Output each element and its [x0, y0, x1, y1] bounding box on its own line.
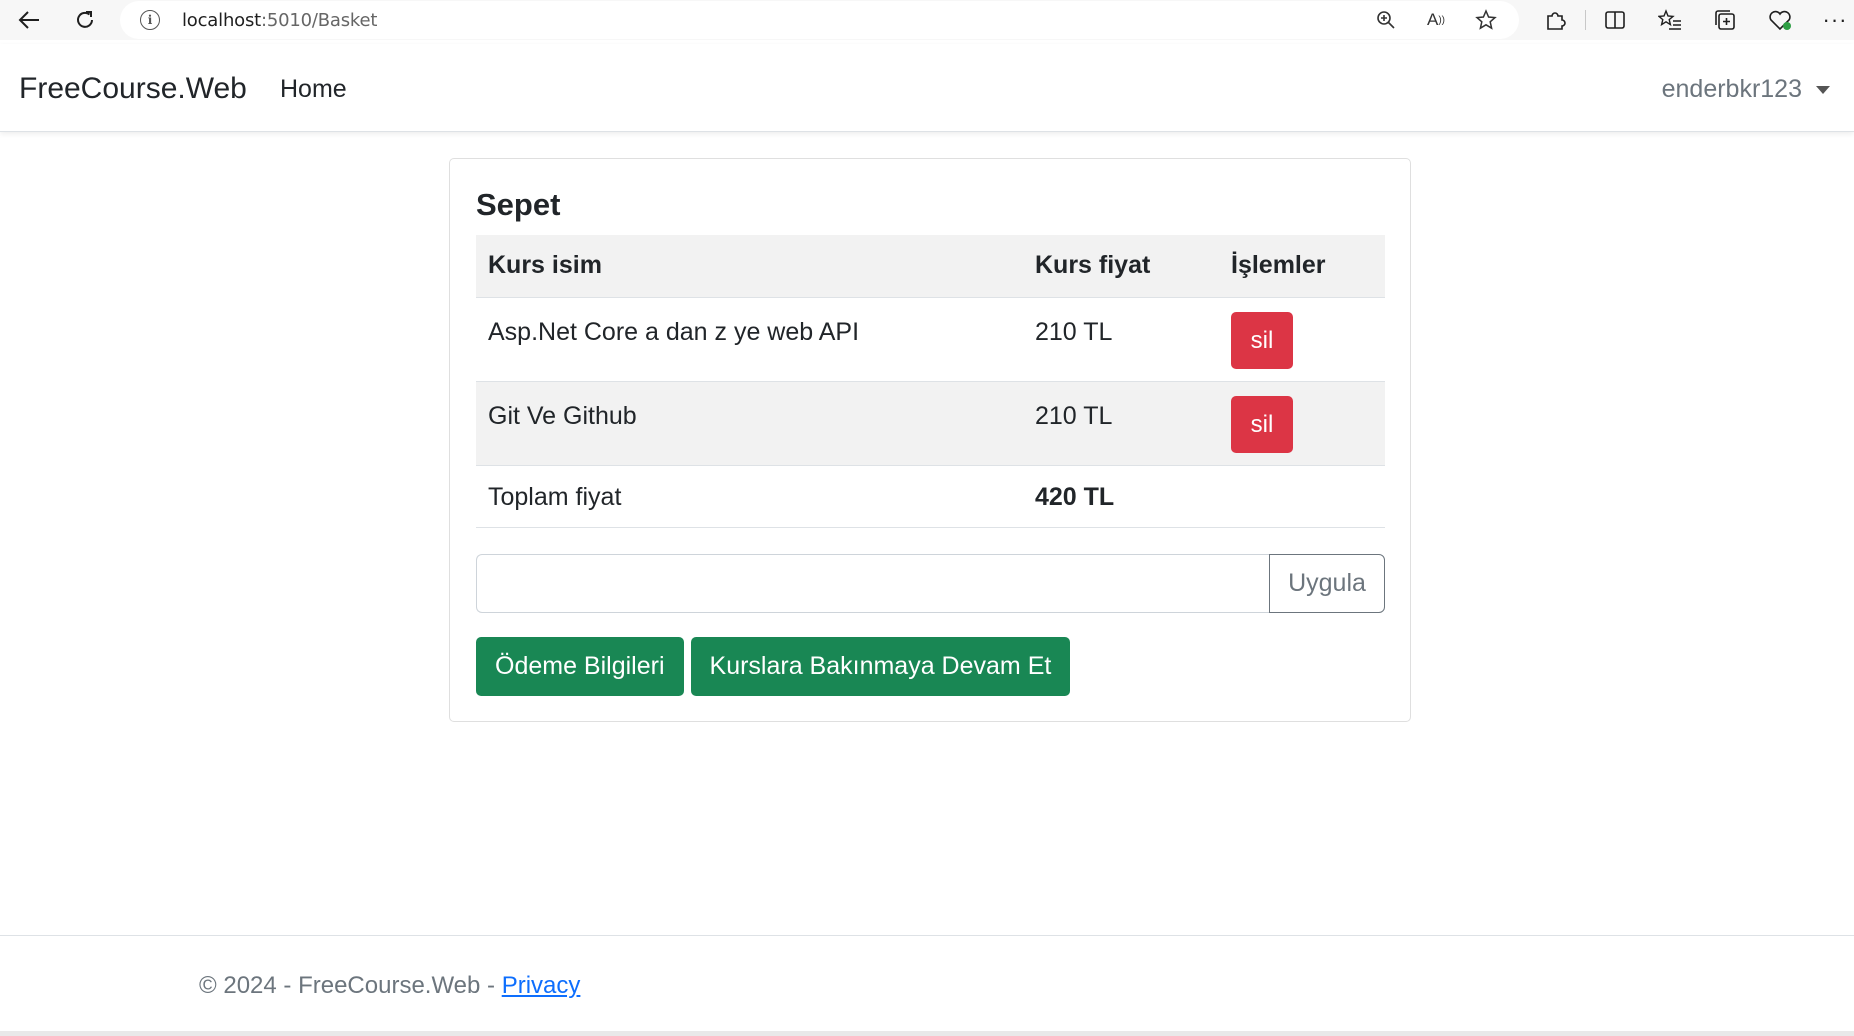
- copyright-text: © 2024 - FreeCourse.Web -: [199, 972, 502, 999]
- total-label: Toplam fiyat: [476, 465, 1023, 528]
- window-bottom-edge: [0, 1031, 1854, 1036]
- favorite-star-icon[interactable]: [1472, 7, 1500, 33]
- table-row: Asp.Net Core a dan z ye web API 210 TL s…: [476, 297, 1385, 382]
- actions-cell: sil: [1219, 381, 1385, 466]
- discount-code-group: Uygula: [476, 554, 1385, 613]
- privacy-link[interactable]: Privacy: [502, 972, 581, 999]
- footer-text: © 2024 - FreeCourse.Web - Privacy: [199, 972, 580, 1000]
- refresh-icon[interactable]: [70, 6, 100, 34]
- site-info-icon[interactable]: i: [140, 10, 160, 30]
- apply-discount-button[interactable]: Uygula: [1269, 554, 1385, 613]
- remove-item-button[interactable]: sil: [1231, 311, 1293, 369]
- header-actions: İşlemler: [1219, 235, 1385, 298]
- total-value: 420 TL: [1023, 465, 1219, 528]
- basket-title: Sepet: [476, 187, 561, 222]
- brand-link[interactable]: FreeCourse.Web: [19, 72, 247, 106]
- browser-essentials-icon[interactable]: [1765, 6, 1795, 34]
- read-aloud-icon[interactable]: A)): [1422, 7, 1450, 33]
- course-name: Asp.Net Core a dan z ye web API: [476, 297, 1023, 382]
- user-dropdown[interactable]: enderbkr123: [1662, 75, 1830, 104]
- url-path: :5010/Basket: [261, 10, 378, 31]
- basket-card: Sepet Kurs isim Kurs fiyat İşlemler Asp.…: [449, 158, 1411, 722]
- header-course-price: Kurs fiyat: [1023, 235, 1219, 298]
- continue-shopping-button[interactable]: Kurslara Bakınmaya Devam Et: [690, 637, 1071, 696]
- basket-table: Kurs isim Kurs fiyat İşlemler Asp.Net Co…: [476, 235, 1385, 528]
- site-navbar: FreeCourse.Web Home enderbkr123: [0, 44, 1854, 132]
- user-name: enderbkr123: [1661, 75, 1802, 103]
- browser-toolbar: i localhost:5010/Basket A)) ···: [0, 0, 1854, 40]
- total-row: Toplam fiyat 420 TL: [476, 465, 1385, 528]
- zoom-icon[interactable]: [1372, 7, 1400, 33]
- basket-actions: Ödeme Bilgileri Kurslara Bakınmaya Devam…: [476, 637, 1071, 696]
- header-course-name: Kurs isim: [476, 235, 1023, 298]
- total-empty-cell: [1219, 465, 1385, 528]
- address-bar[interactable]: i localhost:5010/Basket A)): [120, 1, 1519, 39]
- payment-info-button[interactable]: Ödeme Bilgileri: [476, 637, 684, 696]
- split-screen-icon[interactable]: [1600, 6, 1630, 34]
- course-price: 210 TL: [1023, 297, 1219, 382]
- remove-item-button[interactable]: sil: [1231, 395, 1293, 453]
- collections-icon[interactable]: [1710, 6, 1740, 34]
- nav-home-link[interactable]: Home: [280, 75, 347, 104]
- table-row: Git Ve Github 210 TL sil: [476, 381, 1385, 466]
- url-text[interactable]: localhost:5010/Basket: [182, 10, 377, 31]
- back-arrow-icon[interactable]: [14, 6, 44, 34]
- caret-down-icon: [1816, 85, 1830, 94]
- site-footer: © 2024 - FreeCourse.Web - Privacy: [0, 935, 1854, 1031]
- course-price: 210 TL: [1023, 381, 1219, 466]
- extensions-icon[interactable]: [1540, 6, 1570, 34]
- table-header-row: Kurs isim Kurs fiyat İşlemler: [476, 235, 1385, 298]
- more-options-icon[interactable]: ···: [1820, 6, 1850, 34]
- course-name: Git Ve Github: [476, 381, 1023, 466]
- toolbar-separator: [1585, 10, 1586, 30]
- favorites-list-icon[interactable]: [1655, 6, 1685, 34]
- discount-code-input[interactable]: [476, 554, 1269, 613]
- url-host: localhost: [182, 10, 261, 31]
- actions-cell: sil: [1219, 297, 1385, 382]
